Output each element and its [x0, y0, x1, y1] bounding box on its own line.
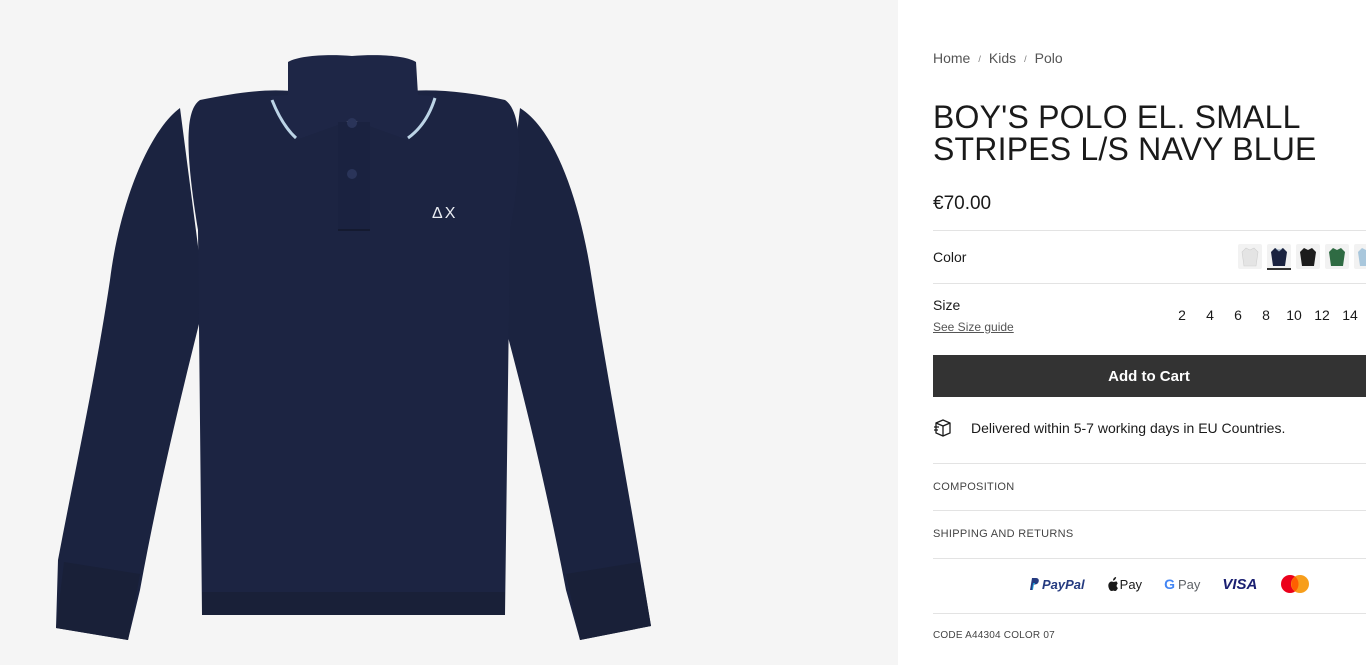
product-code: CODE A44304 COLOR 07 — [933, 630, 1055, 641]
add-to-cart-button[interactable]: Add to Cart — [933, 355, 1366, 397]
google-pay-logo: G Pay — [1164, 576, 1200, 592]
size-option[interactable]: 6 — [1224, 307, 1252, 323]
size-option[interactable]: 4 — [1196, 307, 1224, 323]
color-swatch-white[interactable] — [1238, 244, 1262, 269]
product-image: ΔX — [56, 55, 651, 640]
color-swatch-lightblue[interactable] — [1354, 244, 1366, 269]
size-option[interactable]: 10 — [1280, 307, 1308, 323]
size-option[interactable]: 2 — [1168, 307, 1196, 323]
divider — [933, 463, 1366, 464]
divider — [933, 613, 1366, 614]
paypal-icon — [1030, 578, 1039, 590]
delivery-text: Delivered within 5-7 working days in EU … — [971, 420, 1286, 436]
breadcrumb-polo[interactable]: Polo — [1035, 50, 1063, 66]
breadcrumb-separator: / — [1024, 54, 1027, 64]
brand-logo: ΔX — [432, 205, 457, 222]
payment-methods: PayPal Pay G Pay VISA — [1028, 574, 1311, 594]
color-swatch-green[interactable] — [1325, 244, 1349, 269]
size-label: Size — [933, 297, 961, 313]
size-option[interactable]: 12 — [1308, 307, 1336, 323]
breadcrumb-home[interactable]: Home — [933, 50, 970, 66]
size-option[interactable]: 14 — [1336, 307, 1364, 323]
mastercard-icon — [1281, 575, 1310, 593]
product-title: BOY'S POLO EL. SMALL STRIPES L/S NAVY BL… — [933, 99, 1317, 167]
visa-logo: VISA — [1222, 576, 1257, 593]
divider — [933, 230, 1366, 231]
size-options: 2 4 6 8 10 12 14 — [1168, 307, 1364, 323]
product-image-area: ΔX — [0, 0, 898, 665]
polo-swatch-icon — [1358, 247, 1366, 266]
color-swatch-navy[interactable] — [1267, 244, 1291, 270]
shipping-returns-accordion[interactable]: SHIPPING AND RETURNS — [933, 528, 1073, 540]
product-price: €70.00 — [933, 193, 992, 214]
right-cuff — [566, 562, 651, 640]
button — [347, 169, 357, 179]
google-pay-text: Pay — [1177, 576, 1201, 592]
product-info-panel: Home / Kids / Polo BOY'S POLO EL. SMALL … — [898, 0, 1366, 665]
divider — [933, 283, 1366, 284]
polo-swatch-icon — [1329, 247, 1345, 266]
size-option[interactable]: 8 — [1252, 307, 1280, 323]
mastercard-logo — [1279, 574, 1311, 594]
polo-swatch-icon — [1271, 247, 1287, 266]
box-icon — [934, 419, 951, 437]
divider — [933, 510, 1366, 511]
apple-pay-logo: Pay — [1107, 577, 1142, 592]
paypal-text: PayPal — [1042, 576, 1085, 592]
polo-hem — [202, 592, 505, 615]
right-sleeve — [498, 108, 651, 640]
breadcrumb-separator: / — [978, 54, 981, 64]
button — [347, 118, 357, 128]
breadcrumb-kids[interactable]: Kids — [989, 50, 1016, 66]
color-label: Color — [933, 249, 967, 265]
visa-text: VISA — [1222, 575, 1258, 593]
left-sleeve — [56, 108, 205, 640]
paypal-logo: PayPal — [1028, 577, 1085, 592]
delivery-info: Delivered within 5-7 working days in EU … — [933, 418, 1285, 438]
apple-pay-text: Pay — [1119, 576, 1143, 592]
divider — [933, 558, 1366, 559]
polo-swatch-icon — [1300, 247, 1316, 266]
composition-accordion[interactable]: COMPOSITION — [933, 481, 1015, 493]
color-swatches — [1238, 244, 1366, 270]
polo-swatch-icon — [1241, 247, 1259, 266]
left-cuff — [56, 562, 140, 640]
apple-icon — [1107, 577, 1118, 591]
breadcrumb: Home / Kids / Polo — [933, 50, 1063, 66]
size-guide-link[interactable]: See Size guide — [933, 320, 1014, 334]
google-g-icon: G — [1164, 576, 1175, 592]
color-swatch-black[interactable] — [1296, 244, 1320, 269]
